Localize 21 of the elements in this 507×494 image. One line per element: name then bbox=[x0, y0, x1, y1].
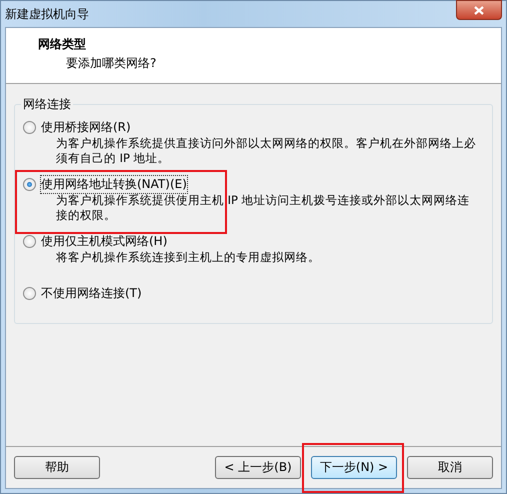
option-description: 为客户机操作系统提供使用主机 IP 地址访问主机拨号连接或外部以太网网络连接的权限。 bbox=[55, 193, 471, 223]
help-button[interactable]: 帮助 bbox=[14, 456, 100, 479]
radio-option[interactable]: 使用仅主机模式网络(H) bbox=[23, 233, 484, 250]
page-title: 网络类型 bbox=[38, 36, 87, 53]
option-description: 为客户机操作系统提供直接访问外部以太网网络的权限。客户机在外部网络上必须有自己的 IP 地址。 bbox=[55, 136, 477, 166]
radio-button[interactable] bbox=[23, 235, 36, 248]
close-icon bbox=[474, 6, 484, 14]
page-subtitle: 要添加哪类网络? bbox=[65, 55, 158, 72]
option-description: 将客户机操作系统连接到主机上的专用虚拟网络。 bbox=[55, 250, 321, 265]
wizard-button[interactable]: < 上一步(B) bbox=[215, 456, 301, 479]
radio-option[interactable]: 使用桥接网络(R) bbox=[23, 119, 484, 136]
radio-option[interactable]: 不使用网络连接(T) bbox=[23, 285, 484, 302]
radio-button[interactable] bbox=[23, 178, 36, 191]
group-title: 网络连接 bbox=[21, 96, 73, 113]
wizard-button[interactable]: 下一步(N) > bbox=[311, 456, 397, 479]
radio-option[interactable]: 使用网络地址转换(NAT)(E) bbox=[23, 176, 484, 193]
window-title: 新建虚拟机向导 bbox=[5, 6, 89, 22]
wizard-button[interactable]: 取消 bbox=[407, 456, 493, 479]
radio-button[interactable] bbox=[23, 121, 36, 134]
close-button[interactable] bbox=[456, 0, 502, 20]
radio-button[interactable] bbox=[23, 287, 36, 300]
